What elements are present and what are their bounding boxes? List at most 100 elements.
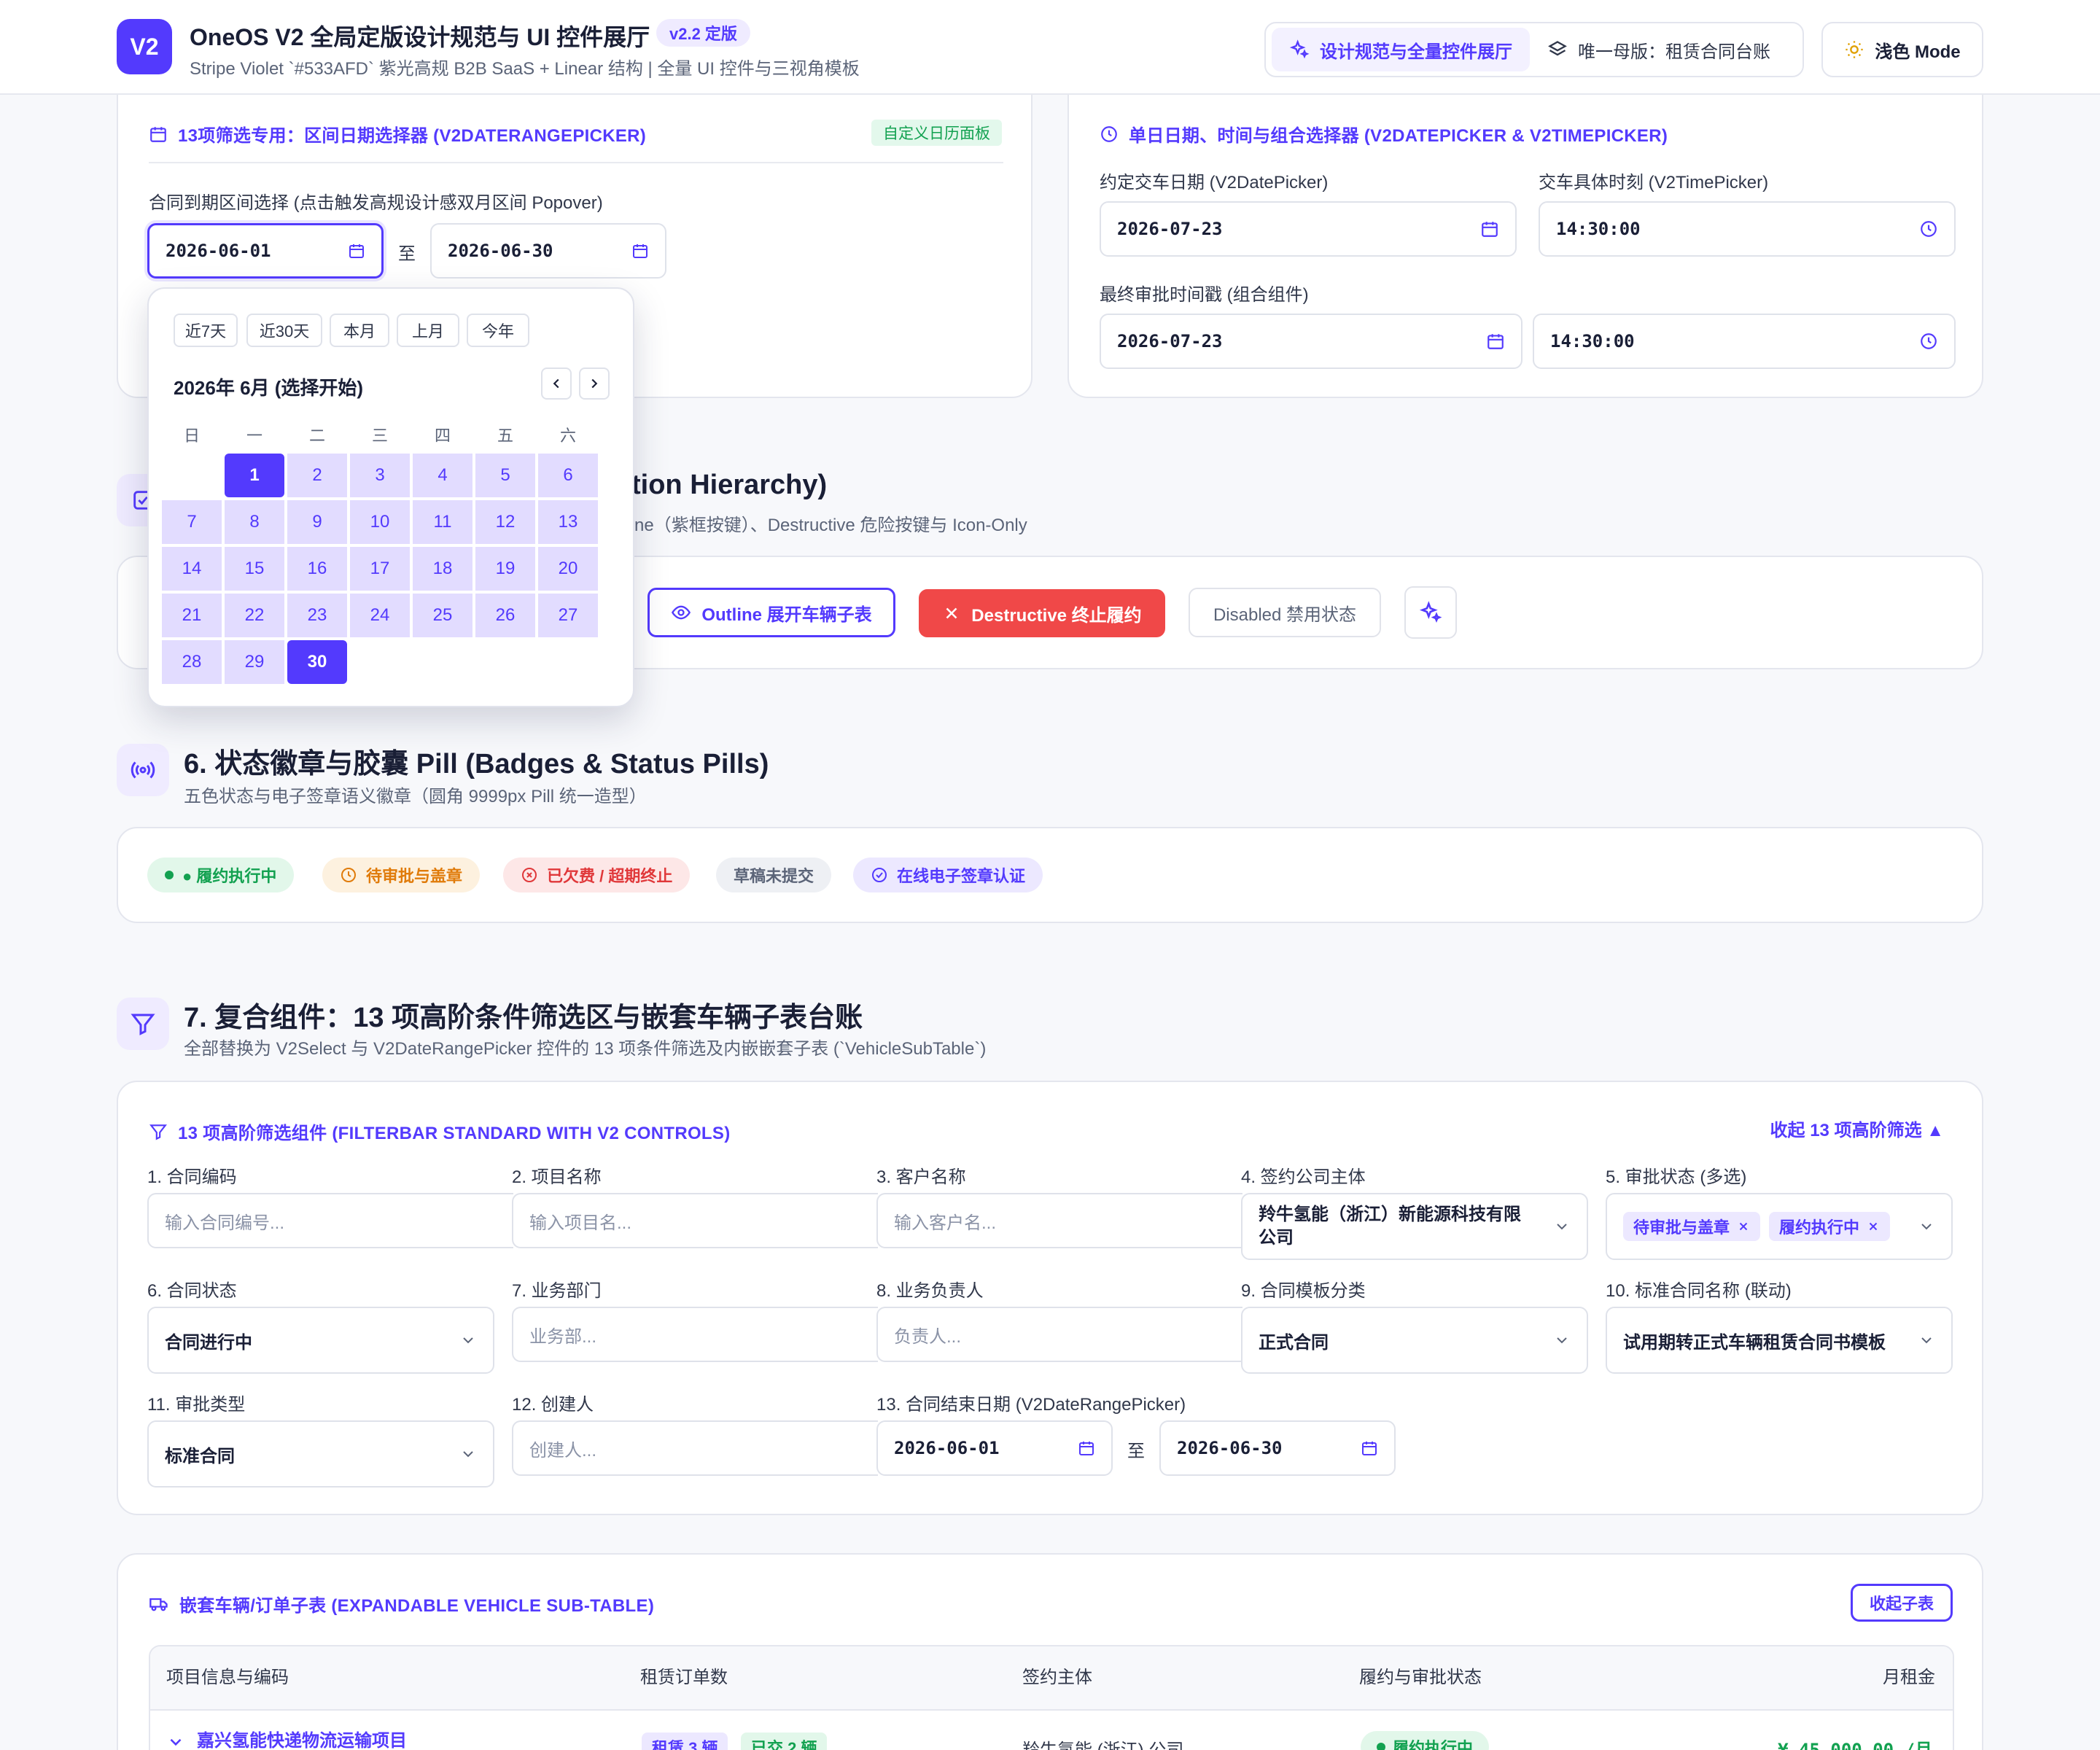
chevron-down-icon[interactable] [166,1732,185,1750]
template-category-select[interactable]: 正式合同 [1241,1307,1588,1374]
theme-mode-button[interactable]: 浅色 Mode [1821,22,1983,77]
department-input[interactable]: 业务部... [512,1307,878,1362]
calendar-day[interactable]: 14 [162,547,222,591]
contract-code-input[interactable]: 输入合同编号... [147,1193,513,1248]
clock-icon [1919,219,1938,238]
approval-status-multiselect[interactable]: 待审批与盖章 履约执行中 [1606,1193,1953,1260]
calendar-day[interactable]: 20 [538,547,598,591]
calendar-day[interactable]: 22 [225,594,284,637]
destructive-terminate-button[interactable]: Destructive 终止履约 [919,589,1165,637]
customer-name-input[interactable]: 输入客户名... [876,1193,1242,1248]
weekday-label: 六 [559,427,576,445]
calendar-day[interactable]: 17 [350,547,410,591]
chevron-down-icon [1553,1218,1571,1235]
calendar-day[interactable]: 29 [225,640,284,684]
calendar-day[interactable]: 3 [350,454,410,497]
collapse-subtable-button[interactable]: 收起子表 [1851,1584,1953,1622]
filter-heading: 13 项高阶筛选组件 (FilterBar Standard with V2 C… [149,1119,731,1144]
project-name-input[interactable]: 输入项目名... [512,1193,878,1248]
calendar-day[interactable]: 8 [225,500,284,544]
calendar-day[interactable]: 25 [413,594,472,637]
calendar-day[interactable]: 6 [538,454,598,497]
combo-time-input[interactable]: 14:30:00 [1533,314,1956,369]
weekday-label: 三 [371,427,388,445]
date-card-heading: 单日日期、时间与组合选择器 (V2DatePicker & V2TimePick… [1100,121,1668,147]
quick-30days[interactable]: 近30天 [246,314,322,347]
calendar-day[interactable]: 9 [287,500,347,544]
combo-date-input[interactable]: 2026-07-23 [1100,314,1522,369]
rent-cell: ¥ 45,000.00 /月 [1778,1740,1932,1750]
calendar-day[interactable]: 19 [475,547,535,591]
calendar-day[interactable]: 10 [350,500,410,544]
range-end-input[interactable]: 2026-06-30 [430,223,666,279]
calendar-day[interactable]: 5 [475,454,535,497]
calendar-icon [1486,332,1505,351]
calendar-day[interactable]: 16 [287,547,347,591]
chevron-down-icon [459,1331,477,1349]
contract-status-select[interactable]: 合同进行中 [147,1307,494,1374]
table-row[interactable]: 嘉兴氢能快递物流运输项目 [166,1725,407,1750]
section5-title: tion Hierarchy) [631,470,828,500]
date-input[interactable]: 2026-07-23 [1100,201,1517,257]
status-pill-row: 履约执行中 [1361,1731,1490,1750]
quick-last-month[interactable]: 上月 [397,314,459,347]
calendar-day[interactable]: 24 [350,594,410,637]
calendar-day[interactable]: 28 [162,640,222,684]
next-month-button[interactable] [579,368,610,400]
quick-this-month[interactable]: 本月 [330,314,389,347]
x-circle-icon [521,866,538,884]
calendar-day[interactable]: 12 [475,500,535,544]
creator-input[interactable]: 创建人... [512,1420,878,1476]
clock-icon [340,866,357,884]
tab-design-gallery[interactable]: 设计规范与全量控件展厅 [1272,28,1530,71]
calendar-day[interactable]: 18 [413,547,472,591]
icon-only-button[interactable] [1404,586,1457,639]
tab-contract-ledger[interactable]: 唯一母版：租赁合同台账 [1530,28,1788,71]
selected-chip: 履约执行中 [1769,1212,1891,1241]
standard-contract-select[interactable]: 试用期转正式车辆租赁合同书模板 [1606,1307,1953,1374]
collapse-filter-link[interactable]: 收起 13 项高阶筛选 ▲ [1770,1116,1944,1141]
calendar-day[interactable]: 4 [413,454,472,497]
remove-chip-icon[interactable] [1737,1220,1750,1233]
end-date-range-start[interactable]: 2026-06-01 [876,1420,1113,1476]
prev-month-button[interactable] [541,368,572,400]
calendar-day-selected[interactable]: 1 [225,454,284,497]
f1-label: 1. 合同编码 [147,1167,237,1187]
approval-type-select[interactable]: 标准合同 [147,1420,494,1488]
f2-label: 2. 项目名称 [512,1167,602,1187]
signing-entity-select[interactable]: 羚牛氢能（浙江）新能源科技有限 公司 [1241,1193,1588,1260]
date-range-popover: 近7天 近30天 本月 上月 今年 2026年 6月 (选择开始) 日 一 二 三 四 五… [147,287,634,707]
clock-icon [1919,332,1938,351]
range-start-input[interactable]: 2026-06-01 [147,223,384,279]
quick-7days[interactable]: 近7天 [174,314,238,347]
calendar-day-selected[interactable]: 30 [287,640,347,684]
section6-subtitle: 五色状态与电子签章语义徽章（圆角 9999px Pill 统一造型） [184,787,647,806]
date-label: 约定交车日期 (V2DatePicker) [1100,173,1329,192]
calendar-day[interactable]: 13 [538,500,598,544]
sparkles-icon [1289,39,1310,60]
f10-label: 10. 标准合同名称 (联动) [1606,1281,1792,1301]
calendar-day[interactable]: 7 [162,500,222,544]
calendar-day[interactable]: 27 [538,594,598,637]
f7-label: 7. 业务部门 [512,1281,602,1301]
calendar-day[interactable]: 23 [287,594,347,637]
disabled-button[interactable]: Disabled 禁用状态 [1189,588,1381,637]
calendar-day[interactable]: 21 [162,594,222,637]
calendar-day[interactable]: 15 [225,547,284,591]
outline-expand-button[interactable]: Outline 展开车辆子表 [648,588,895,637]
calendar-day[interactable]: 2 [287,454,347,497]
quick-this-year[interactable]: 今年 [467,314,529,347]
owner-input[interactable]: 负责人... [876,1307,1242,1362]
layers-icon [1547,39,1568,60]
calendar-day[interactable]: 11 [413,500,472,544]
range-separator: 至 [398,244,416,264]
end-date-range-end[interactable]: 2026-06-30 [1159,1420,1396,1476]
time-input[interactable]: 14:30:00 [1539,201,1956,257]
remove-chip-icon[interactable] [1867,1220,1880,1233]
theme-mode-label: 浅色 Mode [1875,42,1961,62]
app-header: V2 OneOS V2 全局定版设计规范与 UI 控件展厅 v2.2 定版 St… [0,0,2100,95]
calendar-day[interactable]: 26 [475,594,535,637]
col-status: 履约与审批状态 [1359,1668,1482,1687]
sun-icon [1844,39,1864,60]
f8-label: 8. 业务负责人 [876,1281,984,1301]
